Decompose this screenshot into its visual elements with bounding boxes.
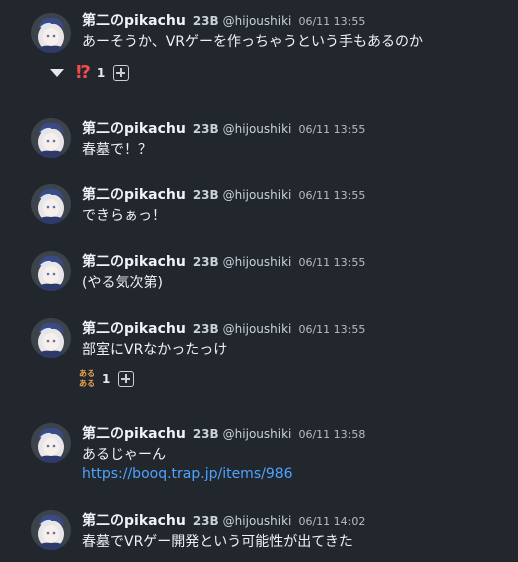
message-text: 部室にVRなかったっけ: [82, 342, 228, 358]
author-handle: @hijoushiki: [222, 427, 292, 441]
message-text: 春墓で！？: [82, 142, 152, 158]
message-header: 第二のpikachu 23B @hijoushiki 06/11 13:55: [82, 10, 365, 30]
author-grade: 23B: [192, 188, 219, 202]
author-grade: 23B: [192, 322, 219, 336]
timestamp: 06/11 13:55: [298, 323, 366, 336]
author-handle: @hijoushiki: [222, 322, 292, 336]
add-reaction-icon[interactable]: [118, 371, 135, 387]
timestamp: 06/11 13:55: [298, 256, 366, 269]
reaction-bar: ある ある 1: [78, 368, 135, 390]
author-name[interactable]: 第二のpikachu: [82, 426, 186, 442]
reaction-count[interactable]: 1: [102, 372, 110, 386]
message-text: あるじゃーん: [82, 447, 166, 463]
add-reaction-icon[interactable]: [113, 65, 130, 81]
author-grade: 23B: [192, 514, 219, 528]
message-header: 第二のpikachu 23B @hijoushiki 06/11 14:02: [82, 510, 365, 530]
message-header: 第二のpikachu 23B @hijoushiki 06/11 13:58: [82, 423, 365, 443]
reaction-count[interactable]: 1: [97, 66, 105, 80]
author-name[interactable]: 第二のpikachu: [82, 187, 186, 203]
author-handle: @hijoushiki: [222, 255, 292, 269]
message-text: (やる気次第): [82, 275, 163, 291]
message-text: あーそうか、VRゲーを作っちゃうという手もあるのか: [82, 34, 424, 50]
avatar[interactable]: [31, 251, 71, 291]
author-grade: 23B: [192, 122, 219, 136]
message-text: 春墓でVRゲー開発という可能性が出てきた: [82, 534, 353, 550]
author-handle: @hijoushiki: [222, 122, 292, 136]
timestamp: 06/11 13:55: [298, 15, 366, 28]
author-grade: 23B: [192, 427, 219, 441]
aruaru-stamp-icon[interactable]: ある ある: [78, 369, 96, 389]
message-link[interactable]: https://booq.trap.jp/items/986: [82, 466, 293, 482]
author-name[interactable]: 第二のpikachu: [82, 13, 186, 29]
avatar[interactable]: [31, 13, 71, 53]
reaction-bar: ⁉ 1: [50, 62, 130, 84]
timestamp: 06/11 13:55: [298, 123, 366, 136]
author-handle: @hijoushiki: [222, 514, 292, 528]
author-name[interactable]: 第二のpikachu: [82, 513, 186, 529]
author-name[interactable]: 第二のpikachu: [82, 121, 186, 137]
author-grade: 23B: [192, 14, 219, 28]
avatar[interactable]: [31, 118, 71, 158]
author-grade: 23B: [192, 255, 219, 269]
avatar[interactable]: [31, 423, 71, 463]
author-name[interactable]: 第二のpikachu: [82, 254, 186, 270]
message-text: できらぁっ！: [82, 208, 166, 224]
message-header: 第二のpikachu 23B @hijoushiki 06/11 13:55: [82, 251, 365, 271]
author-name[interactable]: 第二のpikachu: [82, 321, 186, 337]
timestamp: 06/11 13:58: [298, 428, 366, 441]
avatar[interactable]: [31, 510, 71, 550]
timestamp: 06/11 13:55: [298, 189, 366, 202]
avatar[interactable]: [31, 318, 71, 358]
avatar[interactable]: [31, 184, 71, 224]
author-handle: @hijoushiki: [222, 14, 292, 28]
timestamp: 06/11 14:02: [298, 515, 366, 528]
message-header: 第二のpikachu 23B @hijoushiki 06/11 13:55: [82, 318, 365, 338]
message-header: 第二のpikachu 23B @hijoushiki 06/11 13:55: [82, 184, 365, 204]
author-handle: @hijoushiki: [222, 188, 292, 202]
exclamation-question-stamp-icon[interactable]: ⁉: [76, 63, 91, 83]
message-header: 第二のpikachu 23B @hijoushiki 06/11 13:55: [82, 118, 365, 138]
collapse-triangle-icon[interactable]: [50, 69, 64, 77]
